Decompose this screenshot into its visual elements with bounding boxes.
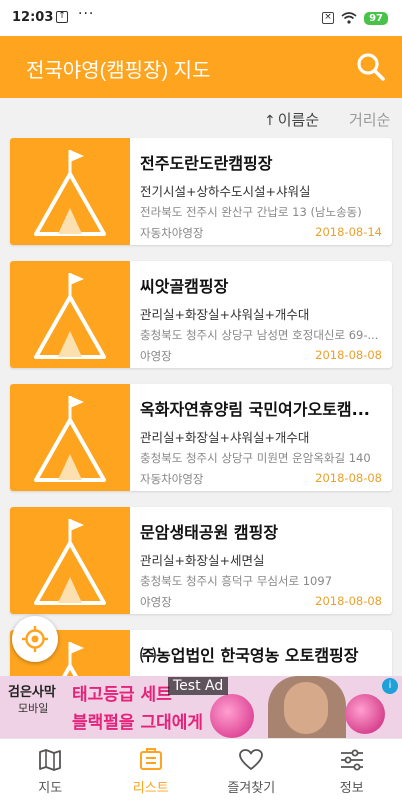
sort-by-distance-button[interactable]: 거리순 <box>349 109 390 130</box>
tent-icon <box>34 273 106 359</box>
ad-decoration <box>345 694 385 734</box>
campsite-card[interactable]: 씨앗골캠핑장 관리실+화장실+샤워실+개수대 충청북도 청주시 상당구 남성면 … <box>10 261 392 368</box>
upload-icon: ↑ <box>56 11 68 23</box>
campsite-date: 2018-08-08 <box>315 471 382 485</box>
campsite-address: 충청북도 청주시 흥덕구 무심서로 1097 <box>140 574 333 588</box>
campsite-facilities: 전기시설+상하수도시설+샤워실 <box>140 184 311 199</box>
tab-list-label: 리스트 <box>132 781 169 796</box>
campsite-name: 문암생태공원 캠핑장 <box>140 523 279 542</box>
campsite-date: 2018-08-14 <box>315 225 382 239</box>
campsite-thumbnail <box>10 138 130 245</box>
campsite-card[interactable]: 전주도란도란캠핑장 전기시설+상하수도시설+샤워실 전라북도 전주시 완산구 간… <box>10 138 392 245</box>
tab-map-label: 지도 <box>38 781 63 796</box>
campsite-type: 야영장 <box>140 349 172 363</box>
campsite-facilities: 관리실+화장실+샤워실+개수대 <box>140 307 310 322</box>
arrow-up-icon: ↑ <box>264 113 276 129</box>
tab-favorites[interactable]: 즐겨찾기 <box>201 739 302 800</box>
ad-subheadline: 블랙펄을 그대에게 <box>72 713 204 733</box>
campsite-card[interactable]: 옥화자연휴양림 국민여가오토캠... 관리실+화장실+샤워실+개수대 충청북도 … <box>10 384 392 491</box>
campsite-thumbnail <box>10 384 130 491</box>
battery-indicator: 97 <box>364 11 388 25</box>
ad-banner[interactable]: 검은사막 모바일 태고등급 세트 블랙펄을 그대에게 Test Ad i <box>0 676 402 738</box>
map-icon <box>39 749 62 771</box>
heart-icon <box>239 749 264 770</box>
tab-info-label: 정보 <box>339 781 364 796</box>
status-bar: 12:03 ↑ ··· × 97 <box>0 0 402 36</box>
campsite-name: ㈜농업법인 한국영농 오토캠핑장 <box>140 646 359 665</box>
wifi-icon <box>341 12 357 24</box>
campsite-name: 씨앗골캠핑장 <box>140 277 229 296</box>
test-ad-label: Test Ad <box>168 677 229 695</box>
tab-list[interactable]: 리스트 <box>101 739 202 800</box>
campsite-facilities: 관리실+화장실+샤워실+개수대 <box>140 430 310 445</box>
app-bar: 전국야영(캠핑장) 지도 <box>0 36 402 98</box>
search-button[interactable] <box>354 50 388 84</box>
ad-decoration <box>210 694 254 738</box>
campsite-address: 충청북도 청주시 상당구 미원면 운암옥화길 140 <box>140 451 371 465</box>
campsite-type: 자동차야영장 <box>140 472 204 486</box>
search-icon <box>357 53 385 81</box>
list-icon <box>139 748 162 770</box>
campsite-type: 자동차야영장 <box>140 226 204 240</box>
ad-headline: 태고등급 세트 <box>72 685 172 705</box>
campsite-type: 야영장 <box>140 595 172 609</box>
page-title: 전국야영(캠핑장) 지도 <box>26 60 211 82</box>
campsite-thumbnail <box>10 261 130 368</box>
bottom-nav: 지도 리스트 즐겨찾기 정보 <box>0 738 402 800</box>
tab-map[interactable]: 지도 <box>0 739 101 800</box>
tab-info[interactable]: 정보 <box>302 739 402 800</box>
sliders-icon <box>340 749 363 771</box>
ad-brand: 검은사막 <box>8 685 56 700</box>
sort-by-name-button[interactable]: ↑ 이름순 <box>264 109 319 130</box>
campsite-name: 옥화자연휴양림 국민여가오토캠... <box>140 400 370 419</box>
tent-icon <box>34 150 106 236</box>
campsite-thumbnail <box>10 507 130 614</box>
more-notifications-icon: ··· <box>78 6 95 22</box>
ad-choices-icon[interactable]: i <box>382 678 398 694</box>
ad-brand-sub: 모바일 <box>18 702 49 715</box>
crosshair-icon <box>22 626 48 652</box>
sort-bar: ↑ 이름순 거리순 <box>0 98 402 138</box>
tent-icon <box>34 519 106 605</box>
tab-favorites-label: 즐겨찾기 <box>227 781 276 796</box>
campsite-address: 전라북도 전주시 완산구 간납로 13 (남노송동) <box>140 205 362 219</box>
tent-icon <box>34 396 106 482</box>
campsite-name: 전주도란도란캠핑장 <box>140 154 273 173</box>
sort-by-name-label: 이름순 <box>277 111 320 129</box>
my-location-button[interactable] <box>12 616 58 662</box>
status-time: 12:03 <box>12 10 54 25</box>
campsite-date: 2018-08-08 <box>315 348 382 362</box>
campsite-facilities: 관리실+화장실+세면실 <box>140 553 265 568</box>
no-sim-icon: × <box>322 12 335 24</box>
campsite-address: 충청북도 청주시 상당구 남성면 호정대신로 69-... <box>140 328 379 342</box>
campsite-date: 2018-08-08 <box>315 594 382 608</box>
campsite-card[interactable]: 문암생태공원 캠핑장 관리실+화장실+세면실 충청북도 청주시 흥덕구 무심서로… <box>10 507 392 614</box>
ad-model-face <box>284 682 328 734</box>
